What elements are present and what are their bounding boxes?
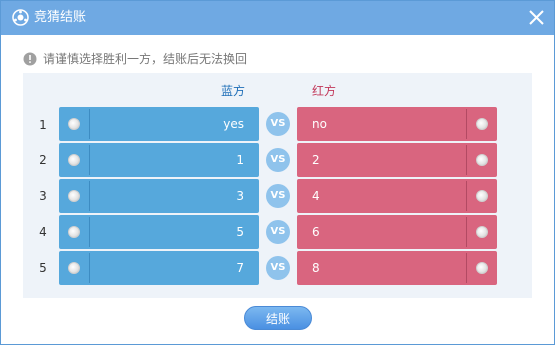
radio-button[interactable] [68,118,80,130]
notice-text: 请谨慎选择胜利一方，结账后无法换回 [43,52,248,66]
dialog-title: 竞猜结账 [34,10,87,25]
divider [89,109,90,139]
row-number: 5 [39,261,47,275]
radio-button[interactable] [68,190,80,202]
radio-button[interactable] [68,154,80,166]
radio-button[interactable] [476,190,488,202]
close-icon[interactable] [528,9,545,26]
divider [466,217,467,247]
red-side-header: 红方 [312,84,337,98]
red-option-value: 2 [312,153,320,167]
radio-button[interactable] [476,118,488,130]
blue-option-value: 3 [236,189,244,203]
divider [89,217,90,247]
radio-button[interactable] [68,262,80,274]
blue-option[interactable]: yes [59,107,259,141]
divider [466,253,467,283]
blue-option[interactable]: 1 [59,143,259,177]
divider [89,145,90,175]
divider [89,253,90,283]
red-option[interactable]: 8 [297,251,497,285]
divider [466,109,467,139]
red-option-value: 6 [312,225,320,239]
radio-button[interactable] [476,226,488,238]
warning-notice: 请谨慎选择胜利一方，结账后无法换回 [23,51,247,67]
divider [89,181,90,211]
row-number: 4 [39,225,47,239]
red-option[interactable]: 4 [297,179,497,213]
title-bar: 竞猜结账 [1,1,554,35]
row-number: 2 [39,153,47,167]
red-option[interactable]: 6 [297,215,497,249]
blue-side-header: 蓝方 [221,84,246,98]
red-option-value: 8 [312,261,320,275]
info-icon [23,52,37,66]
vs-badge: VS [266,148,290,172]
vs-badge: VS [266,112,290,136]
blue-option[interactable]: 5 [59,215,259,249]
blue-option[interactable]: 7 [59,251,259,285]
vs-badge: VS [266,220,290,244]
divider [466,181,467,211]
blue-option-value: 5 [236,225,244,239]
blue-option-value: 1 [236,153,244,167]
radio-button[interactable] [476,262,488,274]
radio-button[interactable] [476,154,488,166]
vs-badge: VS [266,184,290,208]
settle-button[interactable]: 结账 [244,306,312,330]
row-number: 3 [39,189,47,203]
settle-dialog: 竞猜结账 请谨慎选择胜利一方，结账后无法换回 蓝方 红方 1 yes VS no… [0,0,555,345]
logo-icon [12,9,29,26]
radio-button[interactable] [68,226,80,238]
red-option[interactable]: 2 [297,143,497,177]
blue-option[interactable]: 3 [59,179,259,213]
blue-option-value: 7 [236,261,244,275]
red-option-value: 4 [312,189,320,203]
divider [466,145,467,175]
red-option-value: no [312,117,327,131]
row-number: 1 [39,118,47,132]
blue-option-value: yes [223,117,244,131]
vs-badge: VS [266,256,290,280]
red-option[interactable]: no [297,107,497,141]
